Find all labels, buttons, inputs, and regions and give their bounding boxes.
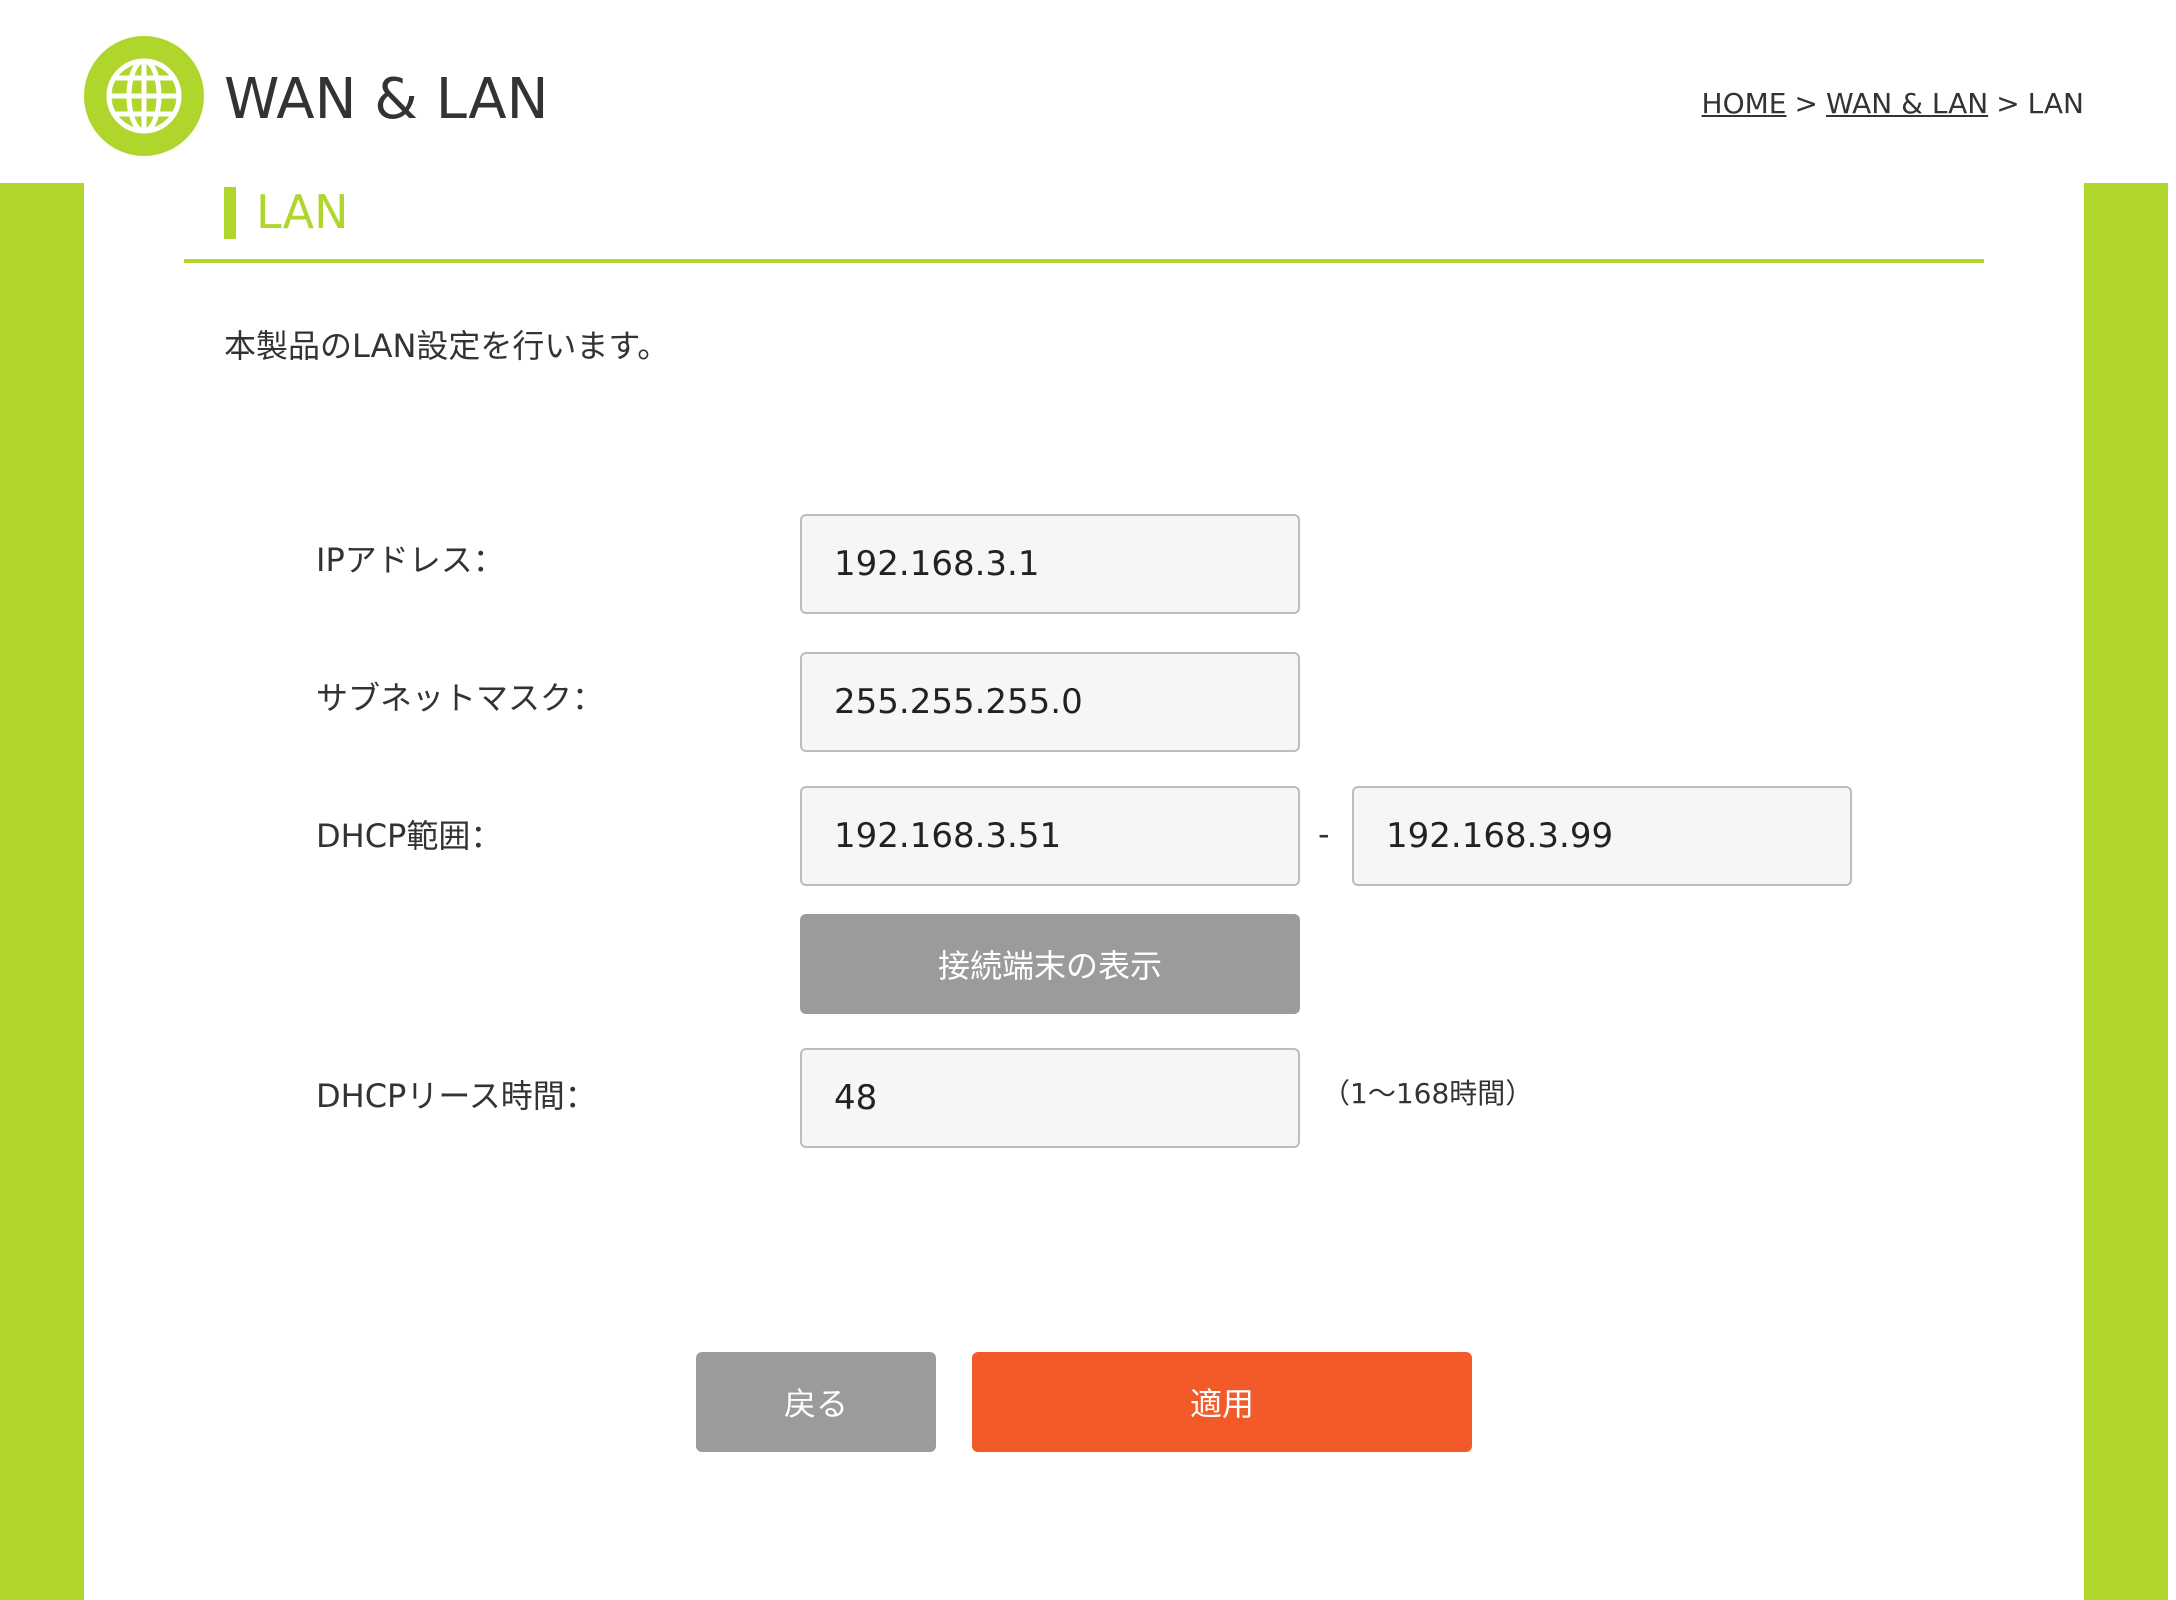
subnet-mask-input[interactable]: [800, 652, 1300, 752]
ip-address-input[interactable]: [800, 514, 1300, 614]
breadcrumb-home-link[interactable]: HOME: [1702, 87, 1787, 120]
dhcp-range-start-input[interactable]: [800, 786, 1300, 886]
section-title: LAN: [256, 185, 349, 239]
section-title-marker: [224, 187, 236, 239]
globe-icon: [84, 36, 204, 156]
left-accent-bar: [0, 183, 84, 1600]
apply-button[interactable]: 適用: [972, 1352, 1472, 1452]
dhcp-lease-time-label: DHCPリース時間：: [316, 1077, 597, 1115]
breadcrumb-separator: >: [1794, 87, 1818, 120]
page-description: 本製品のLAN設定を行います。: [224, 327, 670, 365]
page-title: WAN & LAN: [224, 67, 549, 132]
right-accent-bar: [2084, 183, 2168, 1600]
breadcrumb-separator: >: [1996, 87, 2020, 120]
dhcp-lease-time-hint: （1〜168時間）: [1322, 1077, 1534, 1110]
section-divider: [184, 259, 1984, 263]
subnet-mask-label: サブネットマスク：: [316, 679, 605, 717]
dhcp-range-separator: -: [1318, 815, 1330, 853]
show-connected-devices-button[interactable]: 接続端末の表示: [800, 914, 1300, 1014]
breadcrumb: HOME > WAN & LAN > LAN: [1702, 86, 2084, 122]
breadcrumb-wan-lan-link[interactable]: WAN & LAN: [1826, 87, 1988, 120]
dhcp-lease-time-input[interactable]: [800, 1048, 1300, 1148]
breadcrumb-current: LAN: [2027, 87, 2084, 120]
dhcp-range-end-input[interactable]: [1352, 786, 1852, 886]
ip-address-label: IPアドレス：: [316, 541, 505, 579]
back-button[interactable]: 戻る: [696, 1352, 936, 1452]
dhcp-range-label: DHCP範囲：: [316, 817, 503, 855]
